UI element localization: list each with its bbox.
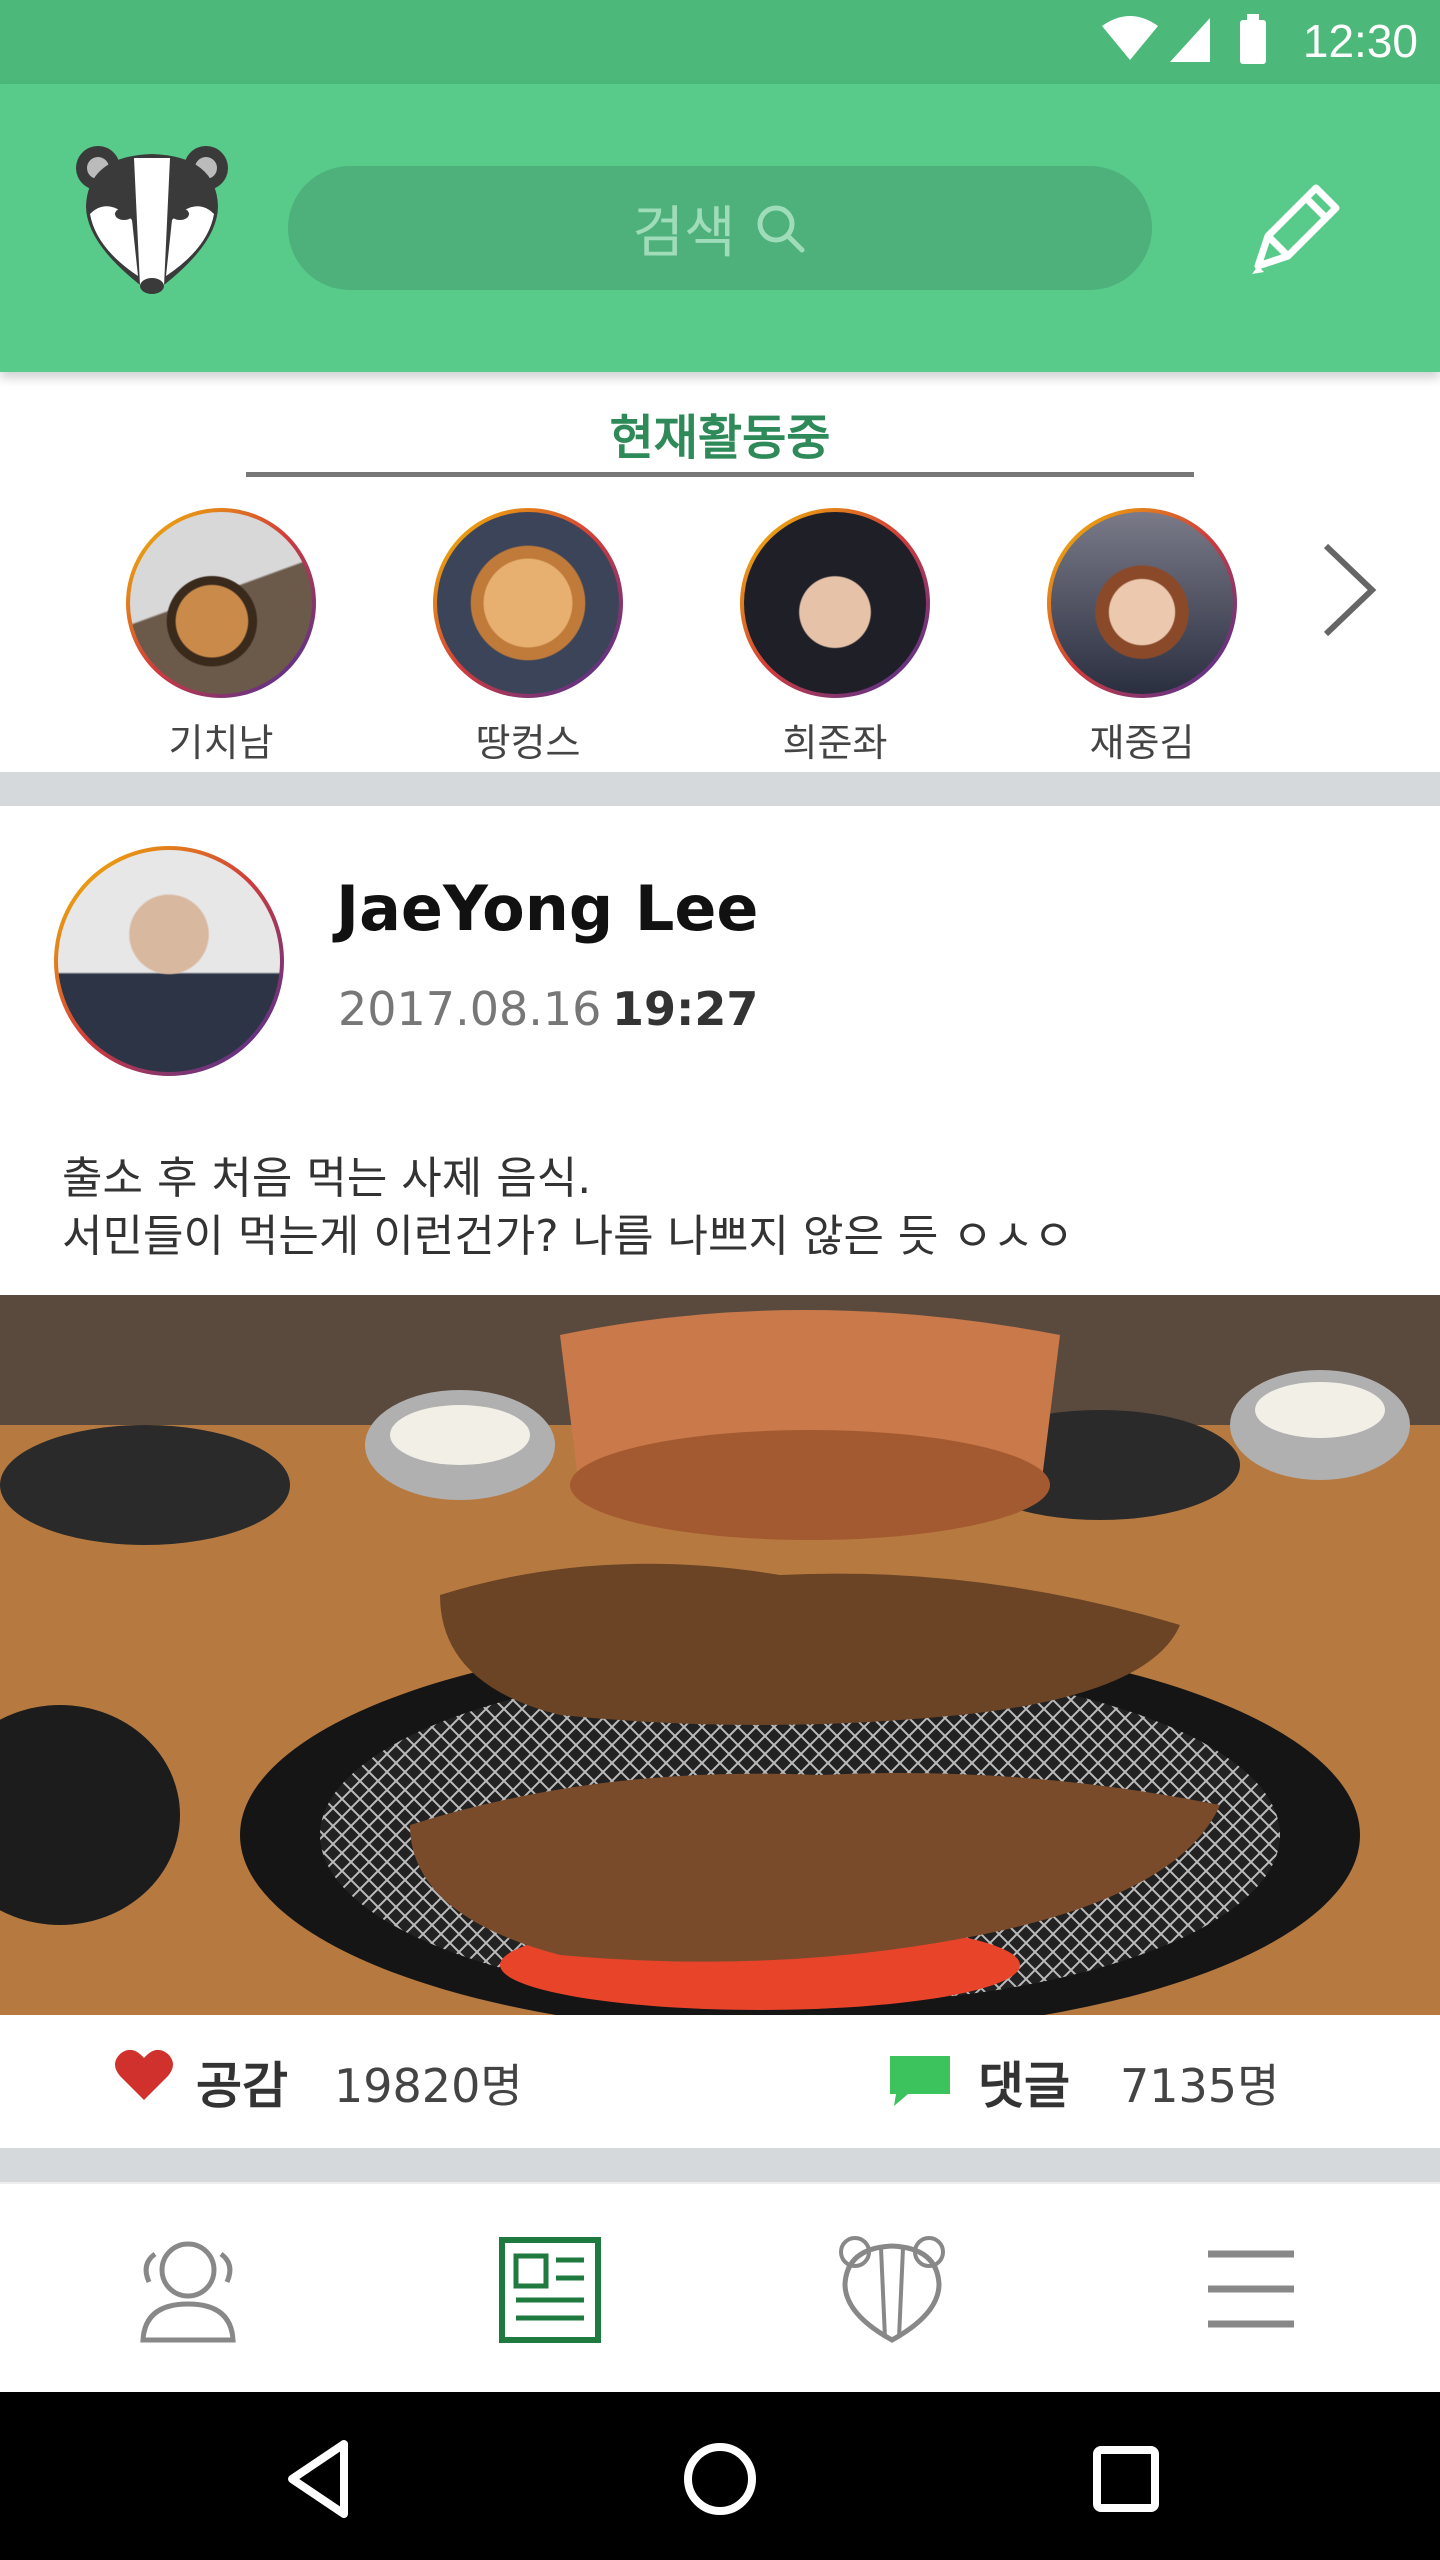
chevron-right-icon[interactable]	[1318, 540, 1380, 640]
post-photo[interactable]	[0, 1295, 1440, 2015]
friend-item[interactable]: 땅컹스	[408, 508, 648, 767]
app-header: 검색	[0, 84, 1440, 372]
back-icon[interactable]	[274, 2434, 364, 2524]
active-now-title: 현재활동중	[609, 410, 831, 466]
bottom-tab-bar	[0, 2182, 1440, 2394]
menu-icon[interactable]	[1186, 2234, 1316, 2344]
system-nav-bar	[0, 2392, 1440, 2560]
status-time: 12:30	[1302, 15, 1418, 67]
author-name[interactable]: JaeYong Lee	[336, 872, 758, 945]
friend-name: 기치남	[168, 721, 274, 765]
badger-logo-icon[interactable]	[72, 136, 232, 301]
home-icon[interactable]	[675, 2434, 765, 2524]
friend-avatar	[1047, 508, 1237, 698]
status-bar: 12:30	[0, 0, 1440, 84]
author-avatar[interactable]	[54, 846, 284, 1076]
tab-underline	[246, 472, 1194, 477]
newsfeed-icon[interactable]	[488, 2234, 618, 2344]
comment-count: 7135명	[1120, 2059, 1280, 2113]
pencil-icon[interactable]	[1238, 176, 1348, 286]
battery-icon	[1240, 14, 1266, 64]
recents-icon[interactable]	[1081, 2434, 1171, 2524]
bbq-photo-image	[0, 1295, 1440, 2015]
post-time: 19:27	[612, 982, 759, 1036]
friend-avatar	[433, 508, 623, 698]
comment-icon[interactable]	[888, 2054, 952, 2108]
comment-button[interactable]: 댓글	[978, 2046, 1070, 2118]
friends-icon[interactable]	[123, 2234, 253, 2344]
search-icon	[757, 205, 805, 253]
friend-avatar	[740, 508, 930, 698]
section-divider	[0, 2148, 1440, 2182]
friend-item[interactable]: 희준좌	[715, 508, 955, 767]
post-date: 2017.08.16	[338, 982, 602, 1036]
friend-name: 희준좌	[782, 721, 888, 765]
post-text: 서민들이 먹는게 이런건가? 나름 나쁘지 않은 듯 ㅇㅅㅇ	[62, 1211, 1074, 1262]
search-placeholder: 검색	[632, 200, 736, 266]
friend-item[interactable]: 재중김	[1022, 508, 1262, 767]
like-count: 19820명	[334, 2059, 523, 2113]
friend-name: 재중김	[1089, 721, 1195, 765]
heart-icon[interactable]	[114, 2048, 174, 2102]
search-bar[interactable]: 검색	[288, 166, 1152, 290]
wifi-icon	[1102, 16, 1158, 60]
friend-avatar	[126, 508, 316, 698]
post-text: 출소 후 처음 먹는 사제 음식.	[62, 1153, 592, 1204]
mascot-icon[interactable]	[827, 2234, 957, 2344]
section-divider	[0, 772, 1440, 806]
friend-item[interactable]: 기치남	[101, 508, 341, 767]
friend-name: 땅컹스	[475, 721, 581, 765]
like-button[interactable]: 공감	[196, 2046, 288, 2118]
signal-icon	[1170, 18, 1210, 62]
